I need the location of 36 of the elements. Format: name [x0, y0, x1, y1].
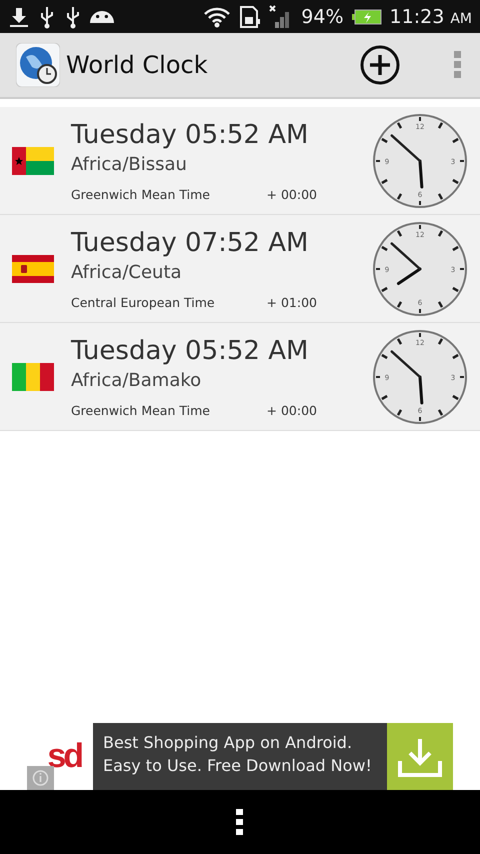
- timezone-name: Greenwich Mean Time: [71, 186, 210, 202]
- wifi-icon: [203, 6, 232, 28]
- app-title: World Clock: [66, 51, 209, 79]
- utc-offset: + 00:00: [266, 186, 317, 202]
- utc-offset: + 01:00: [266, 294, 317, 310]
- timezone-id: Africa/Ceuta: [71, 262, 183, 282]
- timezone-name: Greenwich Mean Time: [71, 402, 210, 418]
- usb-icon: [38, 4, 56, 28]
- download-icon: [8, 6, 30, 28]
- battery-percent: 94%: [301, 6, 344, 28]
- utc-offset: + 00:00: [266, 402, 317, 418]
- ad-logo[interactable]: sd: [47, 737, 81, 776]
- flag-icon: [12, 362, 54, 390]
- timezone-name: Central European Time: [71, 294, 215, 310]
- usb-icon: [64, 4, 82, 28]
- download-button[interactable]: [387, 723, 453, 790]
- flag-icon: [12, 254, 54, 282]
- info-icon[interactable]: [27, 766, 54, 790]
- add-button[interactable]: [360, 45, 400, 85]
- more-icon: [236, 809, 244, 835]
- robot-icon: [90, 10, 114, 22]
- timezone-id: Africa/Bamako: [71, 370, 202, 390]
- more-icon: [454, 51, 462, 79]
- flag-icon: [12, 146, 54, 174]
- add-icon: [360, 45, 400, 85]
- local-time: Tuesday 07:52 AM: [71, 228, 310, 258]
- timezone-id: Africa/Bissau: [71, 154, 188, 174]
- local-time: Tuesday 05:52 AM: [71, 120, 310, 150]
- ad-banner[interactable]: Best Shopping App on Android. Easy to Use. Free Download Now!: [93, 723, 387, 790]
- globe-clock-icon: [16, 43, 60, 87]
- ad-text: Easy to Use. Free Download Now!: [103, 756, 373, 775]
- local-time: Tuesday 05:52 AM: [71, 336, 310, 366]
- clock-time: 11:23 AM: [390, 6, 472, 28]
- battery-charging-icon: [352, 8, 382, 24]
- sim-card-icon: [239, 4, 262, 28]
- ad-text: Best Shopping App on Android.: [103, 733, 354, 752]
